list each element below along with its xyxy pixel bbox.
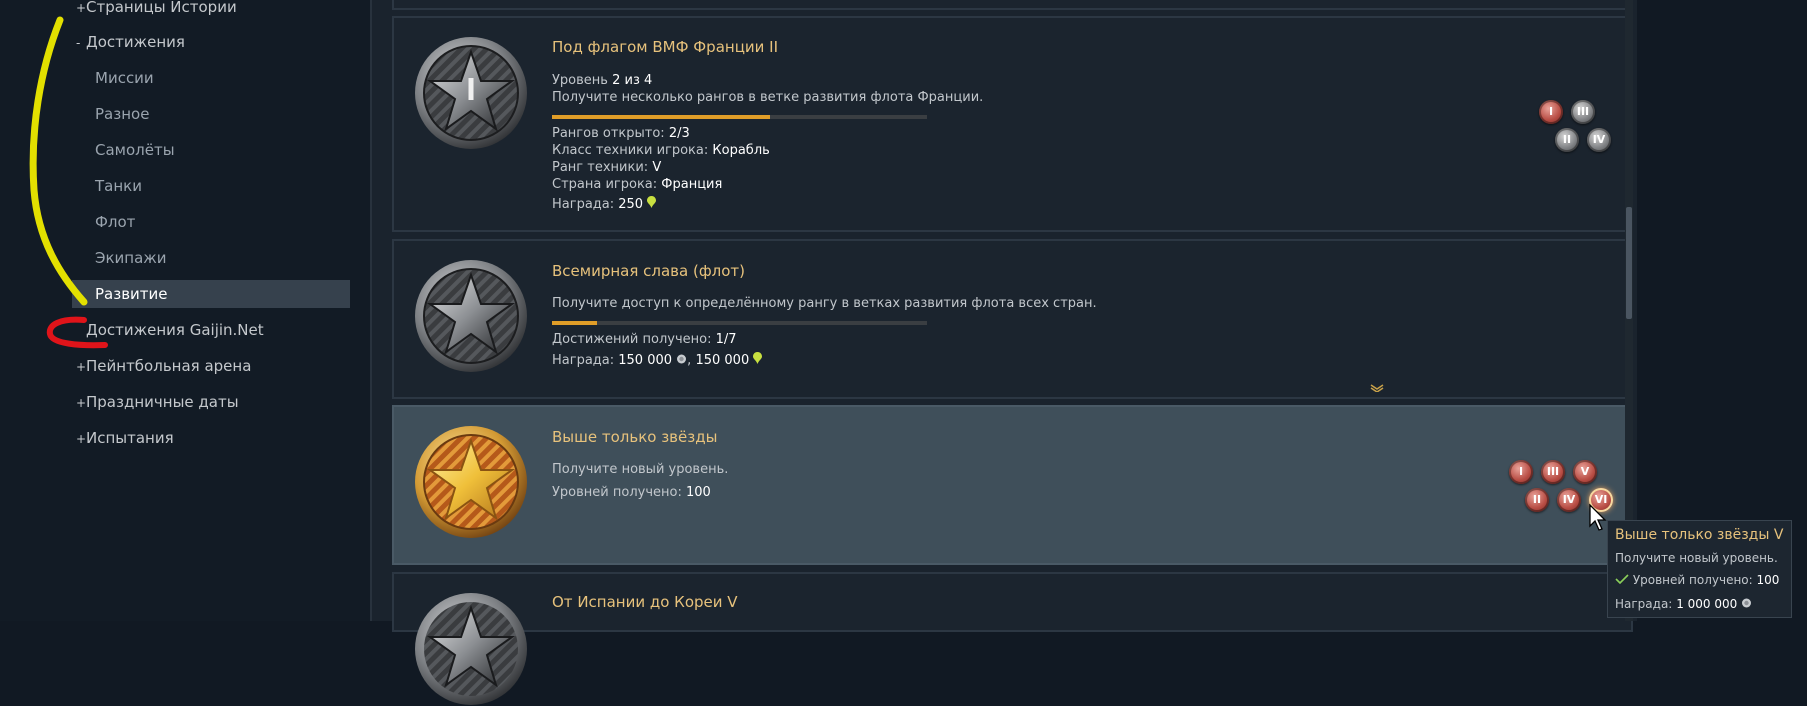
achievement-card[interactable]: Под флагом ВМФ Франции II Уровень 2 из 4… xyxy=(392,16,1633,232)
achievement-description: Получите новый уровень. xyxy=(552,462,729,477)
rank-badge-iv[interactable]: IV xyxy=(1587,128,1611,152)
achievement-progress-bar xyxy=(552,321,927,325)
detail-player-country: Страна игрока: Франция xyxy=(552,177,723,192)
achievement-description: Получите несколько рангов в ветке развит… xyxy=(552,90,984,105)
silver-lions-icon xyxy=(677,354,687,364)
tooltip-description: Получите новый уровень. xyxy=(1615,551,1778,565)
scrollbar-thumb[interactable] xyxy=(1626,207,1632,319)
achievement-card-selected[interactable]: Выше только звёзды Получите новый уровен… xyxy=(392,405,1633,565)
achievement-level: Уровень 2 из 4 xyxy=(552,73,653,88)
roman-numeral-i-mark xyxy=(468,78,474,100)
gold-star-medal-icon xyxy=(415,426,527,538)
tooltip-title: Выше только звёзды V xyxy=(1615,527,1784,543)
rank-badge-iii[interactable]: III xyxy=(1541,460,1565,484)
research-points-icon xyxy=(647,196,657,208)
silver-star-medal-icon xyxy=(415,260,527,372)
rank-badge-i[interactable]: I xyxy=(1509,460,1533,484)
rank-badge-ii[interactable]: II xyxy=(1525,488,1549,512)
detail-ranks-opened: Рангов открыто: 2/3 xyxy=(552,126,690,141)
achievement-title: Под флагом ВМФ Франции II xyxy=(552,38,779,56)
achievement-title: Всемирная слава (флот) xyxy=(552,262,746,280)
yellow-annotation-stroke xyxy=(29,16,88,306)
rank-badge-i[interactable]: I xyxy=(1539,100,1563,124)
achievement-list[interactable]: Под флагом ВМФ Франции II Уровень 2 из 4… xyxy=(372,0,1637,705)
achievement-title: Выше только звёзды xyxy=(552,428,718,446)
achievement-progress-bar xyxy=(552,115,927,119)
progress-fill xyxy=(552,115,770,119)
silver-lions-icon xyxy=(1742,598,1752,608)
achievement-card-previous[interactable] xyxy=(392,0,1633,10)
achievement-reward: Награда: 150 000 , 150 000 xyxy=(552,352,763,368)
detail-achievements-received: Достижений получено: 1/7 xyxy=(552,332,737,347)
annotation-marks xyxy=(29,16,108,349)
rank-badge-iii[interactable]: III xyxy=(1571,100,1595,124)
rank-badge-ii[interactable]: II xyxy=(1555,128,1579,152)
research-points-icon xyxy=(753,352,763,364)
silver-star-medal-icon xyxy=(415,593,527,705)
rank-badge-iv[interactable]: IV xyxy=(1557,488,1581,512)
silver-star-medal-icon xyxy=(415,37,527,149)
achievement-card[interactable]: От Испании до Кореи V xyxy=(392,572,1633,705)
sidebar: +Страницы Истории - Достижения Миссии Раз… xyxy=(0,0,370,621)
achievement-reward: Награда: 250 xyxy=(552,196,657,212)
detail-levels-received: Уровней получено: 100 xyxy=(552,485,711,500)
progress-fill xyxy=(552,321,597,325)
achievement-card[interactable]: Всемирная слава (флот) Получите доступ к… xyxy=(392,239,1633,399)
mouse-cursor-icon xyxy=(1589,504,1607,531)
rank-badge-v[interactable]: V xyxy=(1573,460,1597,484)
chevron-down-icon[interactable] xyxy=(1370,384,1384,392)
red-annotation-stroke xyxy=(46,316,108,349)
detail-vehicle-class: Класс техники игрока: Корабль xyxy=(552,143,770,158)
tooltip-condition: Уровней получено: 100 xyxy=(1615,573,1779,587)
achievement-title: От Испании до Кореи V xyxy=(552,593,738,611)
check-icon xyxy=(1615,574,1629,585)
detail-vehicle-rank: Ранг техники: V xyxy=(552,160,662,175)
tooltip-reward: Награда: 1 000 000 xyxy=(1615,597,1752,611)
achievement-description: Получите доступ к определённому рангу в … xyxy=(552,296,1097,311)
rank-tooltip: Выше только звёзды V Получите новый уров… xyxy=(1607,520,1792,618)
